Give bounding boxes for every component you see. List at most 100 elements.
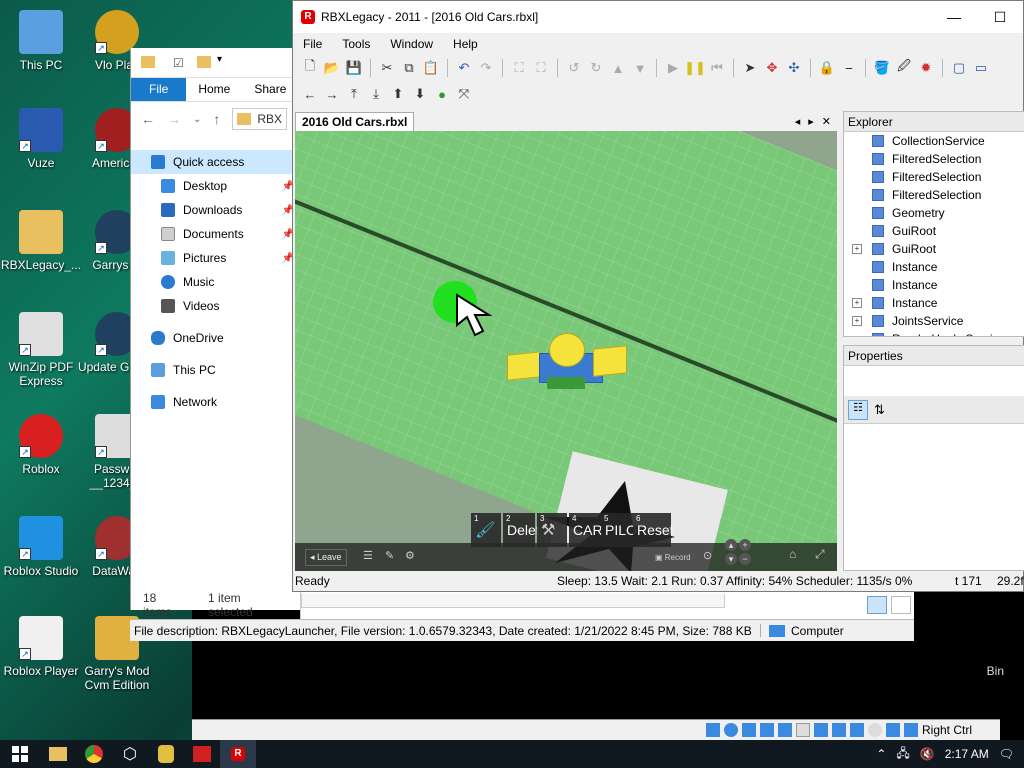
tree-item[interactable]: Geometry [844, 204, 1024, 222]
tree-item[interactable]: Instance [844, 276, 1024, 294]
paint-bucket-icon[interactable]: 🪣 [873, 59, 891, 77]
cut-icon[interactable]: ✂ [378, 59, 396, 77]
vm-network-icon[interactable] [759, 723, 774, 737]
hud-help-icon[interactable]: ⌂ [789, 547, 796, 561]
player-character[interactable] [507, 333, 629, 393]
copy-icon[interactable]: ⧉ [400, 59, 418, 77]
new-folder-icon[interactable] [197, 56, 211, 68]
tree-item[interactable]: + JointsService [844, 312, 1024, 330]
camera-zoom-out-icon[interactable]: ⬇ [411, 85, 429, 103]
ungroup-icon[interactable]: ⛶ [532, 59, 550, 77]
vm-recording-icon[interactable] [831, 723, 846, 737]
zoom-extents-icon[interactable]: ⤧ [455, 85, 473, 103]
volume-icon[interactable]: 🔇 [920, 747, 935, 761]
vm-host-key-icon[interactable] [903, 723, 918, 737]
tab-share[interactable]: Share [242, 78, 298, 101]
nav-item-pictures[interactable]: Pictures 📌 [131, 246, 300, 270]
hotbar-slot-4[interactable]: 4 CAR [569, 513, 603, 547]
tab-file[interactable]: File [131, 78, 187, 101]
taskbar-rbxlegacy[interactable]: R [220, 740, 256, 768]
vm-cpu-icon[interactable] [849, 723, 864, 737]
explorer-horizontal-scrollbar[interactable] [301, 594, 725, 608]
record-button[interactable]: ▣ Record [655, 553, 691, 562]
camera-tilt-down-icon[interactable]: ⤓ [367, 85, 385, 103]
tree-item[interactable]: + Instance [844, 294, 1024, 312]
tree-item[interactable]: FilteredSelection [844, 186, 1024, 204]
notifications-icon[interactable]: 🗨 [999, 747, 1014, 761]
network-tray-icon[interactable]: 🖧 [896, 744, 909, 765]
tree-item[interactable]: FilteredSelection [844, 168, 1024, 186]
vm-display-icon[interactable] [813, 723, 828, 737]
minimize-icon[interactable]: — [931, 9, 977, 26]
tree-item[interactable]: FilteredSelection [844, 150, 1024, 168]
maximize-icon[interactable]: ☐ [977, 9, 1023, 26]
taskbar-virtualbox[interactable]: ⬡ [112, 740, 148, 768]
tab-scroll-left-icon[interactable]: ◂ [795, 115, 801, 128]
quick-access-toolbar-dropdown-icon[interactable]: ▾ [217, 54, 222, 65]
tab-home[interactable]: Home [186, 78, 242, 101]
camera-tilt-up-icon[interactable]: ⤒ [345, 85, 363, 103]
select-cursor-icon[interactable]: ➤ [741, 59, 759, 77]
vm-mouse-integration-icon[interactable] [867, 723, 882, 737]
camera-pan-right-icon[interactable]: → [323, 85, 341, 103]
desktop-icon-rbxlegacy-folder[interactable]: RBXLegacy_... [0, 210, 82, 272]
zoom-in-alt-icon[interactable]: + [739, 539, 751, 551]
new-file-icon[interactable]: 🗋 [301, 58, 319, 77]
nav-item-documents[interactable]: Documents 📌 [131, 222, 300, 246]
desktop-icon-winzip-pdf[interactable]: ↗ WinZip PDF Express [0, 312, 82, 388]
taskbar-file-explorer[interactable] [40, 740, 76, 768]
hotbar-slot-1[interactable]: 1 🖌 [471, 513, 501, 547]
tree-item[interactable]: + GuiRoot [844, 240, 1024, 258]
hud-settings-icon[interactable]: ⚙ [405, 549, 415, 562]
desktop-icon-roblox[interactable]: ↗ Roblox [0, 414, 82, 476]
play-icon[interactable]: ▶ [664, 59, 682, 77]
vm-harddisk-icon[interactable] [705, 723, 720, 737]
properties-icon[interactable]: ☑ [173, 56, 184, 70]
zoom-out-icon[interactable]: ▾ [725, 553, 737, 565]
hud-tools-icon[interactable]: ✎ [385, 549, 394, 562]
hotbar-slot-5[interactable]: 5 PILO [601, 513, 637, 547]
move-icon[interactable]: ✥ [763, 59, 781, 77]
leave-button[interactable]: ◂ Leave [305, 549, 347, 566]
screenshot-icon[interactable]: ▭ [972, 59, 990, 77]
expand-plus-icon[interactable]: + [852, 316, 862, 326]
fullscreen-toggle-icon[interactable]: ⤢ [815, 547, 825, 562]
clock[interactable]: 2:17 AM [945, 747, 989, 761]
expand-plus-icon[interactable]: + [852, 244, 862, 254]
redo-icon[interactable]: ↷ [477, 59, 495, 77]
open-folder-icon[interactable]: 📂 [323, 59, 341, 77]
rotate-right-icon[interactable]: ↻ [587, 59, 605, 77]
hud-menu-icon[interactable]: ☰ [363, 549, 373, 562]
menu-window[interactable]: Window [390, 37, 433, 51]
menu-help[interactable]: Help [453, 37, 478, 51]
address-bar[interactable]: RBX [232, 108, 288, 130]
move-up-icon[interactable]: ▲ [609, 59, 627, 77]
desktop-icon-vuze[interactable]: ↗ Vuze [0, 108, 82, 170]
rotate-left-icon[interactable]: ↺ [565, 59, 583, 77]
zoom-out-alt-icon[interactable]: − [739, 553, 751, 565]
save-icon[interactable]: 💾 [345, 59, 363, 77]
tree-item[interactable]: Instance [844, 258, 1024, 276]
vm-audio-icon[interactable] [741, 723, 756, 737]
up-arrow-icon[interactable]: ↑ [213, 111, 220, 127]
nav-item-downloads[interactable]: Downloads 📌 [131, 198, 300, 222]
categorized-icon[interactable]: ☷ [848, 399, 868, 420]
nav-item-desktop[interactable]: Desktop 📌 [131, 174, 300, 198]
lock-icon[interactable]: 🔒 [818, 59, 836, 77]
anchor-icon[interactable]: ⎯ [840, 59, 858, 77]
taskbar-chrome[interactable] [76, 740, 112, 768]
nav-item-quick-access[interactable]: Quick access [131, 150, 300, 174]
taskbar-app-penguin[interactable] [148, 740, 184, 768]
close-tab-icon[interactable]: ✕ [822, 115, 831, 128]
tab-document[interactable]: 2016 Old Cars.rbxl [295, 111, 415, 131]
look-at-icon[interactable]: ● [433, 85, 451, 103]
tree-item[interactable]: CollectionService [844, 132, 1024, 150]
material-icon[interactable]: ✹ [917, 59, 935, 77]
expand-plus-icon[interactable]: + [852, 298, 862, 308]
start-button[interactable] [0, 740, 40, 768]
nav-item-this-pc[interactable]: This PC [131, 358, 300, 382]
desktop-icon-roblox-studio[interactable]: ↗ Roblox Studio [0, 516, 82, 578]
reset-icon[interactable]: ⏮ [708, 59, 726, 77]
tree-item[interactable]: GuiRoot [844, 222, 1024, 240]
menu-file[interactable]: File [303, 37, 322, 51]
